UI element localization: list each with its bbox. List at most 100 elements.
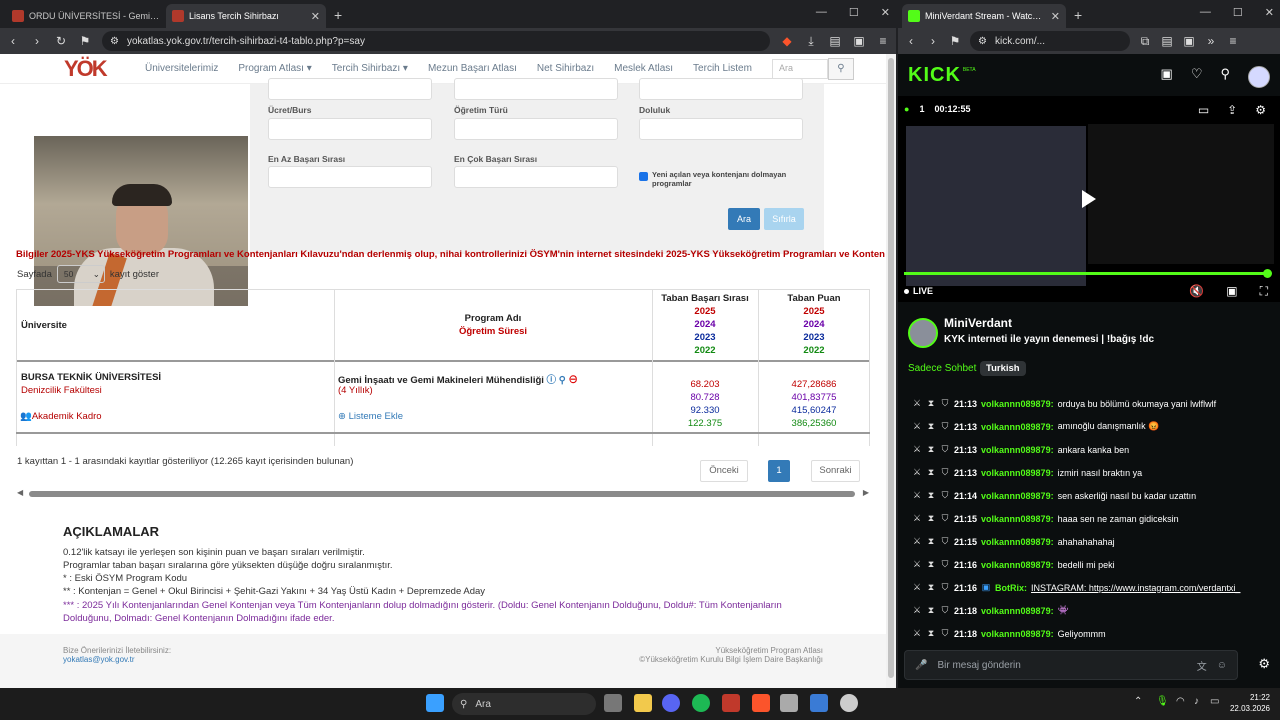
sifirla-button[interactable]: Sıfırla	[764, 208, 804, 230]
play-icon[interactable]	[1082, 190, 1096, 208]
menu-icon[interactable]: ≡	[876, 34, 890, 48]
site-info-icon[interactable]: ⚙	[978, 36, 987, 47]
chat-settings-icon[interactable]: ⚙	[1258, 656, 1270, 672]
moderator-icon[interactable]: ⚔	[912, 605, 922, 616]
vertical-scrollbar[interactable]	[886, 54, 896, 688]
back-icon[interactable]: ‹	[904, 34, 918, 48]
close-tab-icon[interactable]: ✕	[1051, 10, 1060, 23]
moderator-icon[interactable]: ⚔	[912, 398, 922, 409]
scrollbar-thumb[interactable]	[888, 58, 894, 678]
hourglass-icon[interactable]: ⧗	[926, 421, 936, 432]
close-window-icon[interactable]: ✕	[1265, 6, 1274, 19]
filter-field-top2[interactable]	[454, 78, 618, 100]
discord-icon[interactable]	[662, 694, 680, 712]
info-icon[interactable]: ⓘ	[547, 375, 557, 386]
hourglass-icon[interactable]: ⧗	[926, 490, 936, 501]
moderator-icon[interactable]: ⚔	[912, 467, 922, 478]
footer-email-link[interactable]: yokatlas@yok.gov.tr	[63, 655, 135, 664]
nav-universitelerimiz[interactable]: Üniversitelerimiz	[145, 63, 218, 74]
filter-field-top1[interactable]	[268, 78, 432, 100]
menu-icon[interactable]: ≡	[1226, 34, 1240, 48]
moderator-icon[interactable]: ⚔	[912, 628, 922, 639]
maximize-icon[interactable]: ☐	[849, 6, 859, 19]
hourglass-icon[interactable]: ⧗	[926, 398, 936, 409]
search-icon[interactable]: ⚲	[1220, 66, 1230, 88]
scroll-right-icon[interactable]: ▶	[863, 488, 869, 497]
fullscreen-icon[interactable]: ⛶	[1260, 284, 1268, 299]
task-view-icon[interactable]	[604, 694, 622, 712]
search-icon[interactable]: ⚲	[827, 57, 854, 80]
bookmark-icon[interactable]: ⚑	[78, 34, 92, 48]
clip-icon[interactable]: ▭	[1198, 103, 1209, 117]
tray-chevron-icon[interactable]: ⌃	[1134, 696, 1142, 707]
row-program[interactable]: Gemi İnşaatı ve Gemi Makineleri Mühendis…	[338, 372, 578, 386]
close-tab-icon[interactable]: ✕	[311, 10, 320, 23]
moderator-icon[interactable]: ⚔	[912, 490, 922, 501]
mute-icon[interactable]: 🔇	[1189, 284, 1204, 299]
ara-button[interactable]: Ara	[728, 208, 760, 230]
ogretim-select[interactable]	[454, 118, 618, 140]
row-fakulte[interactable]: Denizcilik Fakültesi	[21, 385, 102, 396]
hourglass-icon[interactable]: ⧗	[926, 536, 936, 547]
back-icon[interactable]: ‹	[6, 34, 20, 48]
nav-meslek-atlasi[interactable]: Meslek Atlası	[614, 63, 673, 74]
nav-tercih-sihirbazi[interactable]: Tercih Sihirbazı ▾	[332, 63, 408, 74]
chat-username[interactable]: volkannn089879:	[981, 422, 1054, 432]
nav-net-sihirbazi[interactable]: Net Sihirbazı	[537, 63, 594, 74]
tab-ordu[interactable]: ORDU ÜNİVERSİTESİ - Gemi İnşaatı (	[6, 4, 166, 28]
live-indicator[interactable]: LIVE	[904, 286, 933, 296]
scrollbar-thumb[interactable]	[29, 491, 855, 497]
chat-username[interactable]: BotRix:	[995, 583, 1027, 593]
hourglass-icon[interactable]: ⧗	[926, 467, 936, 478]
yeni-acilan-checkbox[interactable]	[639, 172, 648, 181]
moderator-icon[interactable]: ⚔	[912, 444, 922, 455]
chat-username[interactable]: volkannn089879:	[981, 560, 1054, 570]
settings-icon[interactable]: ⚙	[1255, 103, 1266, 117]
hourglass-icon[interactable]: ⧗	[926, 628, 936, 639]
brave-icon[interactable]	[752, 694, 770, 712]
site-search-input[interactable]: Ara	[771, 58, 828, 79]
row-universite[interactable]: BURSA TEKNİK ÜNİVERSİTESİ	[21, 372, 161, 383]
en-az-input[interactable]	[268, 166, 432, 188]
clock[interactable]: 21:22 22.03.2026	[1230, 692, 1270, 714]
app-a-icon[interactable]	[722, 694, 740, 712]
hourglass-icon[interactable]: ⧗	[926, 444, 936, 455]
windows-start-icon[interactable]	[426, 694, 444, 712]
horizontal-scrollbar[interactable]: ◀ ▶	[17, 488, 869, 499]
battery-icon[interactable]: ▭	[1210, 696, 1219, 707]
moderator-icon[interactable]: ⚔	[912, 513, 922, 524]
scroll-left-icon[interactable]: ◀	[17, 488, 23, 497]
emoji-icon[interactable]: ☺	[1217, 660, 1227, 671]
wallet-icon[interactable]: ▣	[852, 34, 866, 48]
per-page-select[interactable]: 50 ⌄	[56, 265, 105, 283]
chat-username[interactable]: volkannn089879:	[981, 445, 1054, 455]
header-basari-sirasi[interactable]: Taban Başarı Sırası	[652, 293, 758, 304]
yok-logo[interactable]: YÖK	[64, 56, 124, 81]
en-cok-input[interactable]	[454, 166, 618, 188]
minimize-icon[interactable]: —	[816, 6, 827, 19]
mic-tray-icon[interactable]: 🎙	[1156, 696, 1169, 707]
tab-kick-stream[interactable]: MiniVerdant Stream - Watch Live ✕	[902, 4, 1066, 28]
nav-tercih-listem[interactable]: Tercih Listem	[693, 63, 752, 74]
chat-username[interactable]: volkannn089879:	[981, 537, 1054, 547]
ucret-select[interactable]	[268, 118, 432, 140]
address-bar[interactable]: ⚙ kick.com/...	[970, 31, 1130, 51]
more-icon[interactable]: »	[1204, 34, 1218, 48]
filter-field-top3[interactable]	[639, 78, 803, 100]
chat-username[interactable]: volkannn089879:	[981, 606, 1054, 616]
hourglass-icon[interactable]: ⧗	[926, 605, 936, 616]
wallet-icon[interactable]: ▣	[1182, 34, 1196, 48]
sidebar-icon[interactable]: ▤	[1160, 34, 1174, 48]
forward-icon[interactable]: ›	[30, 34, 44, 48]
store-icon[interactable]	[780, 694, 798, 712]
nav-mezun-basari-atlasi[interactable]: Mezun Başarı Atlası	[428, 63, 517, 74]
microphone-icon[interactable]: 🎤	[915, 660, 927, 671]
tab-tercih-sihirbazi[interactable]: Lisans Tercih Sihirbazı ✕	[166, 4, 326, 28]
heart-icon[interactable]: ♡	[1191, 66, 1203, 88]
maximize-icon[interactable]: ☐	[1233, 6, 1243, 19]
app-blue-icon[interactable]	[810, 694, 828, 712]
translate-icon[interactable]: 文	[1197, 658, 1207, 673]
chat-username[interactable]: volkannn089879:	[981, 514, 1054, 524]
hourglass-icon[interactable]: ⧗	[926, 582, 936, 593]
channel-name[interactable]: MiniVerdant	[944, 316, 1012, 330]
